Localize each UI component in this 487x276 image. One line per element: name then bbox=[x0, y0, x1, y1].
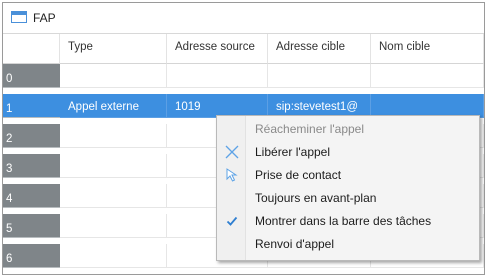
menu-item-toujours-avant-plan[interactable]: Toujours en avant-plan bbox=[217, 187, 479, 209]
column-header-adresse-source[interactable]: Adresse source bbox=[167, 34, 268, 64]
row-header[interactable]: 0 bbox=[3, 64, 60, 88]
table-cell[interactable]: Appel externe bbox=[60, 94, 167, 118]
window-icon bbox=[11, 11, 27, 23]
title-bar[interactable]: FAP bbox=[3, 3, 484, 34]
menu-item-label: Renvoi d'appel bbox=[255, 237, 335, 251]
table-cell[interactable] bbox=[60, 124, 167, 148]
table-cell[interactable] bbox=[60, 214, 167, 238]
menu-item-label: Montrer dans la barre des tâches bbox=[255, 214, 432, 228]
menu-item-reacheminer[interactable]: Réacheminer l'appel bbox=[217, 118, 479, 140]
menu-item-label: Prise de contact bbox=[255, 168, 342, 182]
table-cell[interactable] bbox=[60, 64, 167, 88]
row-header[interactable]: 1 bbox=[3, 94, 60, 118]
column-header-adresse-cible[interactable]: Adresse cible bbox=[268, 34, 371, 64]
menu-item-renvoi-appel[interactable]: Renvoi d'appel bbox=[217, 233, 479, 255]
table-cell[interactable] bbox=[268, 64, 371, 88]
menu-item-montrer-barre-taches[interactable]: Montrer dans la barre des tâches bbox=[217, 210, 479, 232]
corner-header bbox=[3, 34, 60, 64]
table-cell[interactable] bbox=[167, 64, 268, 88]
context-menu: Réacheminer l'appel Libérer l'appel Pris… bbox=[216, 115, 480, 261]
checkmark-icon bbox=[226, 216, 238, 226]
menu-item-label: Libérer l'appel bbox=[255, 145, 331, 159]
menu-item-liberer[interactable]: Libérer l'appel bbox=[217, 141, 479, 163]
column-header-nom-cible[interactable]: Nom cible bbox=[371, 34, 484, 64]
table-cell[interactable] bbox=[60, 154, 167, 178]
table-cell[interactable] bbox=[371, 64, 484, 88]
row-header[interactable]: 2 bbox=[3, 124, 60, 148]
window-title: FAP bbox=[33, 11, 56, 25]
row-header[interactable]: 4 bbox=[3, 184, 60, 208]
row-header[interactable]: 5 bbox=[3, 214, 60, 238]
row-header[interactable]: 3 bbox=[3, 154, 60, 178]
pointer-icon bbox=[226, 168, 238, 182]
column-header-type[interactable]: Type bbox=[60, 34, 167, 64]
table-cell[interactable] bbox=[60, 184, 167, 208]
menu-item-label: Toujours en avant-plan bbox=[255, 191, 377, 205]
menu-item-prise-de-contact[interactable]: Prise de contact bbox=[217, 164, 479, 186]
close-x-icon bbox=[225, 145, 239, 159]
table-cell[interactable] bbox=[60, 244, 167, 268]
menu-item-label: Réacheminer l'appel bbox=[255, 122, 365, 136]
row-header[interactable]: 6 bbox=[3, 244, 60, 268]
